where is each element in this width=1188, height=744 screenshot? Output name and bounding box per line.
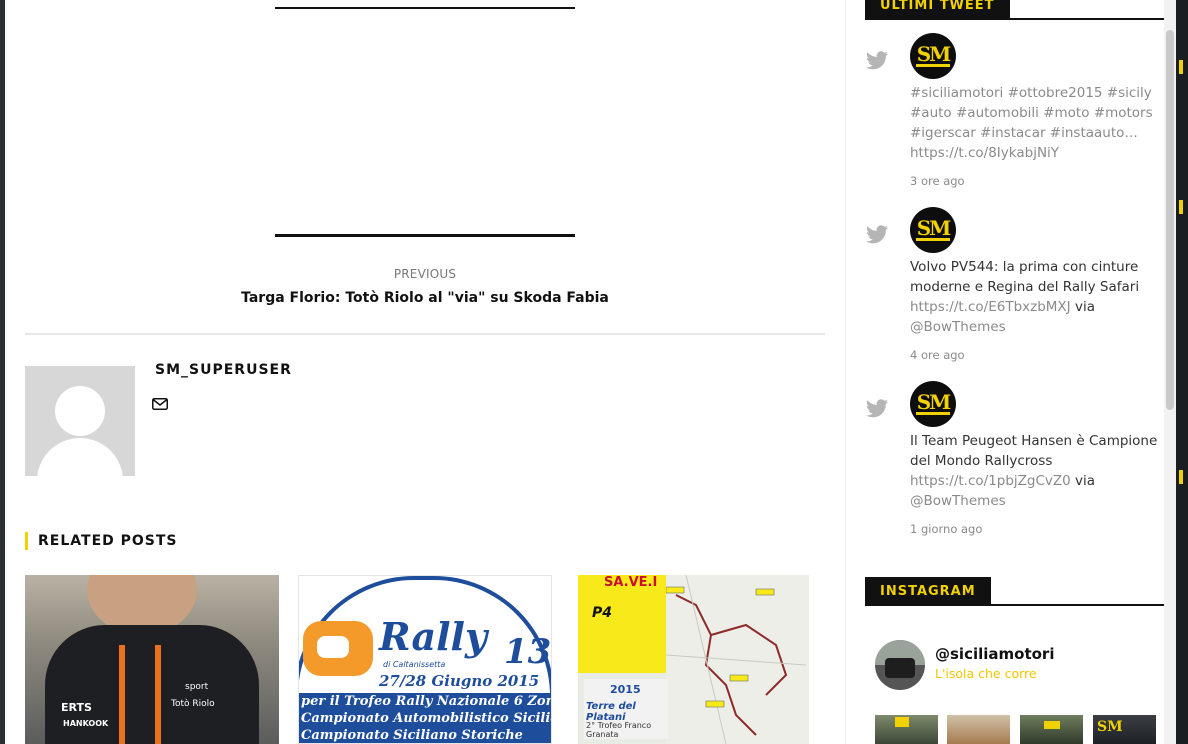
- thumb2-dates: 27/28 Giugno 2015: [379, 672, 540, 690]
- left-window-edge: [0, 0, 5, 744]
- thumb1-badge-text: ERTS: [61, 701, 92, 714]
- avatar-logo-text: SM: [916, 390, 952, 414]
- avatar-shoulders-shape: [37, 438, 123, 476]
- thumb3-trophy: 2° Trofeo Franco Granata: [586, 721, 652, 739]
- scrollbar-thumb[interactable]: [1166, 30, 1174, 410]
- tweet-text-line: #siciliamotori #ottobre2015 #sicily: [910, 85, 1152, 101]
- thumb2-title: Rally: [379, 614, 488, 659]
- tweet-body: Volvo PV544: la prima con cinture modern…: [910, 257, 1160, 337]
- tweet-handle-link[interactable]: @BowThemes: [910, 491, 1160, 511]
- tweet-avatar[interactable]: SM: [910, 381, 956, 427]
- previous-post-label: PREVIOUS: [393, 267, 457, 281]
- tweet-via-text: via: [1070, 299, 1095, 315]
- tweet-body: #siciliamotori #ottobre2015 #sicily #aut…: [910, 83, 1160, 163]
- tweet-link[interactable]: https://t.co/1pbjZgCvZ0: [910, 473, 1071, 489]
- related-posts-heading: RELATED POSTS: [25, 532, 178, 550]
- thumb2-line: Campionato Automobilistico Siciliano: [301, 711, 552, 726]
- envelope-icon[interactable]: [152, 398, 168, 410]
- embed-bottom-border: [275, 234, 575, 237]
- insta-photo-mark: [1044, 721, 1060, 729]
- thumb1-brand-text: sport: [185, 682, 209, 692]
- tweet-link[interactable]: https://t.co/8IykabjNiY: [910, 143, 1160, 163]
- tweet-time[interactable]: 4 ore ago: [910, 348, 965, 362]
- tweet-time[interactable]: 1 giorno ago: [910, 522, 982, 536]
- embed-top-border: [275, 7, 575, 9]
- related-post-thumb-3[interactable]: SA.VE.I P4 2015 Terre del Platani 2° Tro…: [578, 575, 809, 744]
- edge-accent: [1179, 60, 1183, 74]
- twitter-bird-icon: [866, 399, 888, 418]
- thumb3-year: 2015: [610, 683, 641, 696]
- avatar-logo-text: SM: [916, 216, 952, 240]
- tweet-link[interactable]: https://t.co/E6TbxzbMXJ: [910, 299, 1071, 315]
- thumb3-logo: P4: [592, 605, 613, 621]
- tweet-text-line: #auto #automobili #moto #motors: [910, 105, 1153, 121]
- instagram-photo[interactable]: SM: [1093, 715, 1156, 744]
- tweet-via-text: via: [1070, 473, 1096, 489]
- instagram-photo[interactable]: [1020, 715, 1083, 744]
- tweet-item: SM #siciliamotori #ottobre2015 #sicily #…: [865, 33, 1165, 193]
- thumb2-line: per il Trofeo Rally Nazionale 6 Zona C: [301, 694, 552, 709]
- previous-post-link[interactable]: Targa Florio: Totò Riolo al "via" su Sko…: [25, 290, 825, 306]
- tweet-avatar[interactable]: SM: [910, 33, 956, 79]
- related-post-thumb-2[interactable]: Rally 13 di Caltanissetta 27/28 Giugno 2…: [298, 575, 552, 744]
- thumb3-yellow-panel: SA.VE.I P4: [578, 575, 666, 673]
- tweet-handle-link[interactable]: @BowThemes: [910, 317, 1160, 337]
- thumb2-number: 13: [504, 632, 552, 672]
- twitter-bird-icon: [866, 51, 888, 70]
- instagram-photo[interactable]: [947, 715, 1010, 744]
- insta-photo-logo: SM: [1097, 719, 1123, 735]
- avatar-logo-text: SM: [916, 42, 952, 66]
- tweets-widget-title: ULTIMI TWEET: [865, 0, 1165, 20]
- insta-avatar-car: [885, 658, 915, 678]
- page-scrollbar[interactable]: [1164, 0, 1176, 744]
- sidebar-separator: [845, 0, 846, 744]
- tweet-text-line: Volvo PV544: la prima con cinture: [910, 259, 1139, 275]
- thumb2-city: di Caltanissetta: [383, 660, 446, 669]
- tweet-avatar[interactable]: SM: [910, 207, 956, 253]
- thumb3-event: Terre del Platani: [586, 701, 636, 723]
- edge-accent: [1179, 200, 1183, 214]
- right-window-edge: [1176, 0, 1188, 744]
- tweets-title-label: ULTIMI TWEET: [865, 0, 1010, 20]
- thumb2-band: per il Trofeo Rally Nazionale 6 Zona C C…: [299, 693, 552, 743]
- edge-accent: [1179, 470, 1183, 484]
- avatar-head-shape: [55, 386, 105, 436]
- tweet-item: SM Il Team Peugeot Hansen è Campione del…: [865, 381, 1165, 541]
- thumb3-event-badge: 2015 Terre del Platani 2° Trofeo Franco …: [584, 679, 668, 739]
- instagram-handle[interactable]: @siciliamotori: [935, 645, 1054, 663]
- avatar-logo-bar: [916, 238, 950, 241]
- thumb1-stripe: [119, 645, 125, 744]
- instagram-title-label: INSTAGRAM: [865, 577, 991, 606]
- tweet-text-line: moderne e Regina del Rally Safari: [910, 279, 1140, 295]
- tweet-body: Il Team Peugeot Hansen è Campione del Mo…: [910, 431, 1160, 511]
- twitter-bird-icon: [866, 225, 888, 244]
- avatar-logo-bar: [916, 412, 950, 415]
- section-divider: [25, 333, 825, 335]
- thumb1-stripe: [155, 645, 161, 744]
- related-post-thumb-1[interactable]: sport Totò Riolo ERTS HANKOOK: [25, 575, 279, 744]
- tweet-text-line: Il Team Peugeot Hansen è Campione: [910, 433, 1158, 449]
- author-name[interactable]: SM_SUPERUSER: [155, 362, 292, 378]
- thumb2-line: Campionato Siciliano Storiche: [301, 728, 523, 743]
- insta-photo-mark: [895, 717, 909, 727]
- instagram-tagline: L'isola che corre: [935, 666, 1037, 681]
- thumb3-map: [665, 575, 809, 744]
- main-content: PREVIOUS Targa Florio: Totò Riolo al "vi…: [25, 0, 825, 744]
- avatar-logo-bar: [916, 64, 950, 67]
- author-avatar: [25, 366, 135, 476]
- thumb3-route-map: [665, 575, 807, 744]
- thumb1-name-text: Totò Riolo: [171, 699, 215, 709]
- tweet-text-line: del Mondo Rallycross: [910, 453, 1053, 469]
- instagram-widget-title: INSTAGRAM: [865, 577, 1165, 606]
- thumb3-sponsor: SA.VE.I: [604, 575, 658, 590]
- instagram-photo[interactable]: [875, 715, 938, 744]
- instagram-profile-avatar[interactable]: [875, 640, 925, 690]
- thumb2-car-window: [317, 636, 349, 658]
- thumb1-badge-text: HANKOOK: [63, 719, 109, 728]
- tweet-text-line: #igerscar #instacar #instaauto…: [910, 125, 1138, 141]
- tweet-time[interactable]: 3 ore ago: [910, 174, 965, 188]
- tweet-item: SM Volvo PV544: la prima con cinture mod…: [865, 207, 1165, 367]
